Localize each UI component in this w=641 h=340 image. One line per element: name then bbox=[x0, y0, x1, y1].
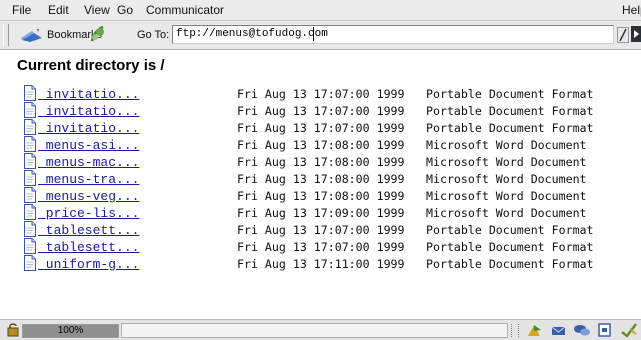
file-row: menus-mac... Fri Aug 13 17:08:00 1999 Micr… bbox=[24, 153, 624, 170]
file-row: tablesett... Fri Aug 13 17:07:00 1999 Port… bbox=[24, 221, 624, 238]
file-link[interactable]: invitatio... bbox=[38, 121, 140, 136]
menu-file[interactable]: File bbox=[12, 4, 31, 17]
security-lock-icon[interactable] bbox=[7, 323, 19, 337]
location-text: ftp://menus@tofudog.com bbox=[176, 28, 328, 40]
file-row: invitatio... Fri Aug 13 17:07:00 1999 Port… bbox=[24, 85, 624, 102]
progress-label: 100% bbox=[57, 325, 84, 336]
file-link[interactable]: menus-tra... bbox=[38, 172, 140, 187]
progress-bar: 100% bbox=[22, 324, 119, 338]
mail-icon[interactable] bbox=[550, 322, 568, 338]
file-link[interactable]: price-lis... bbox=[38, 206, 140, 221]
file-type: Microsoft Word Document bbox=[426, 189, 587, 203]
file-link[interactable]: invitatio... bbox=[38, 87, 140, 102]
file-date: Fri Aug 13 17:11:00 1999 bbox=[237, 257, 405, 271]
location-input[interactable]: ftp://menus@tofudog.com bbox=[172, 25, 614, 44]
file-icon[interactable] bbox=[24, 136, 36, 152]
file-icon[interactable] bbox=[24, 187, 36, 203]
file-date: Fri Aug 13 17:07:00 1999 bbox=[237, 104, 405, 118]
file-row: price-lis... Fri Aug 13 17:09:00 1999 Micr… bbox=[24, 204, 624, 221]
file-date: Fri Aug 13 17:08:00 1999 bbox=[237, 138, 405, 152]
file-type: Portable Document Format bbox=[426, 223, 594, 237]
bookmarks-icon bbox=[21, 29, 42, 42]
menu-bar: File Edit View Go Communicator Help bbox=[0, 0, 641, 21]
status-text bbox=[121, 323, 508, 338]
file-date: Fri Aug 13 17:07:00 1999 bbox=[237, 121, 405, 135]
file-date: Fri Aug 13 17:08:00 1999 bbox=[237, 172, 405, 186]
file-link[interactable]: menus-asi... bbox=[38, 138, 140, 153]
location-toolbar: Bookmarks Go To: ftp://menus@tofudog.com bbox=[0, 21, 641, 50]
file-type: Portable Document Format bbox=[426, 87, 594, 101]
navigator-icon[interactable] bbox=[526, 322, 544, 338]
file-type: Microsoft Word Document bbox=[426, 206, 587, 220]
file-row: tablesett... Fri Aug 13 17:07:00 1999 Port… bbox=[24, 238, 624, 255]
file-link[interactable]: invitatio... bbox=[38, 104, 140, 119]
file-icon[interactable] bbox=[24, 102, 36, 118]
whats-related-icon[interactable] bbox=[617, 27, 629, 43]
file-type: Portable Document Format bbox=[426, 240, 594, 254]
discussion-icon[interactable] bbox=[573, 322, 591, 338]
file-date: Fri Aug 13 17:07:00 1999 bbox=[237, 87, 405, 101]
file-link[interactable]: tablesett... bbox=[38, 240, 140, 255]
composer-icon[interactable] bbox=[596, 322, 614, 338]
file-date: Fri Aug 13 17:09:00 1999 bbox=[237, 206, 405, 220]
menu-help[interactable]: Help bbox=[622, 4, 641, 17]
file-link[interactable]: tablesett... bbox=[38, 223, 140, 238]
file-date: Fri Aug 13 17:07:00 1999 bbox=[237, 223, 405, 237]
component-bar-grip[interactable] bbox=[511, 324, 519, 337]
file-icon[interactable] bbox=[24, 153, 36, 169]
page-content: Current directory is / invitatio... Fri A… bbox=[0, 50, 641, 319]
file-row: invitatio... Fri Aug 13 17:07:00 1999 Port… bbox=[24, 102, 624, 119]
file-type: Portable Document Format bbox=[426, 104, 594, 118]
page-title: Current directory is / bbox=[17, 57, 165, 74]
file-icon[interactable] bbox=[24, 238, 36, 254]
file-link[interactable]: menus-veg... bbox=[38, 189, 140, 204]
page-proxy-icon[interactable] bbox=[88, 23, 106, 45]
file-type: Microsoft Word Document bbox=[426, 138, 587, 152]
file-row: invitatio... Fri Aug 13 17:07:00 1999 Port… bbox=[24, 119, 624, 136]
menu-edit[interactable]: Edit bbox=[48, 4, 69, 17]
file-date: Fri Aug 13 17:07:00 1999 bbox=[237, 240, 405, 254]
file-type: Portable Document Format bbox=[426, 257, 594, 271]
file-row: uniform-g... Fri Aug 13 17:11:00 1999 Port… bbox=[24, 255, 624, 272]
menu-go[interactable]: Go bbox=[117, 4, 133, 17]
file-link[interactable]: menus-mac... bbox=[38, 155, 140, 170]
toolbar-grip[interactable] bbox=[3, 24, 9, 46]
file-row: menus-veg... Fri Aug 13 17:08:00 1999 Micr… bbox=[24, 187, 624, 204]
status-bar: 100% bbox=[0, 319, 641, 340]
file-icon[interactable] bbox=[24, 255, 36, 271]
file-link[interactable]: uniform-g... bbox=[38, 257, 140, 272]
goto-label: Go To: bbox=[137, 29, 170, 41]
toolbar-scroll-arrow-icon[interactable] bbox=[631, 26, 641, 42]
conference-icon[interactable] bbox=[619, 322, 639, 338]
file-row: menus-tra... Fri Aug 13 17:08:00 1999 Micr… bbox=[24, 170, 624, 187]
menu-view[interactable]: View bbox=[84, 4, 110, 17]
file-type: Microsoft Word Document bbox=[426, 155, 587, 169]
file-row: menus-asi... Fri Aug 13 17:08:00 1999 Micr… bbox=[24, 136, 624, 153]
file-type: Microsoft Word Document bbox=[426, 172, 587, 186]
file-icon[interactable] bbox=[24, 221, 36, 237]
file-icon[interactable] bbox=[24, 170, 36, 186]
file-icon[interactable] bbox=[24, 85, 36, 101]
file-type: Portable Document Format bbox=[426, 121, 594, 135]
text-cursor bbox=[313, 27, 314, 41]
file-icon[interactable] bbox=[24, 204, 36, 220]
file-date: Fri Aug 13 17:08:00 1999 bbox=[237, 155, 405, 169]
menu-communicator[interactable]: Communicator bbox=[146, 4, 224, 17]
file-date: Fri Aug 13 17:08:00 1999 bbox=[237, 189, 405, 203]
file-icon[interactable] bbox=[24, 119, 36, 135]
